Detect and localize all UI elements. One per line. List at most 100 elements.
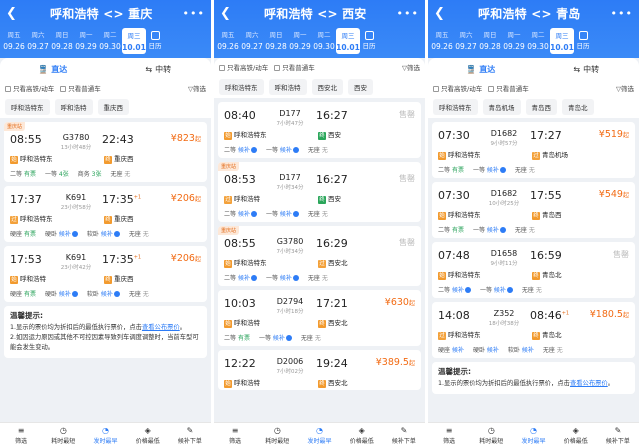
back-icon[interactable]: ❮ bbox=[434, 6, 448, 21]
date-item[interactable]: 周六 09.27 bbox=[454, 29, 478, 53]
calendar-button[interactable]: 日历 bbox=[574, 31, 592, 51]
date-item-selected[interactable]: 周三 10.01 bbox=[122, 28, 146, 54]
station-chip[interactable]: 呼和浩特 bbox=[54, 99, 93, 115]
date-strip: 周五 09.26 周六 09.27 周日 09.28 周一 09.29 周二 09.30 … bbox=[428, 26, 639, 56]
bottom-waitlist-button[interactable]: ✎ 候补下单 bbox=[169, 423, 211, 446]
train-card[interactable]: 17:53 K691 23小时42分 17:35+1 ¥206起 始呼和浩特 终重… bbox=[4, 246, 207, 302]
seat-row: 二等 有票 一等 候补 无座 无 bbox=[224, 335, 321, 342]
arrive-time: 17:27 bbox=[530, 129, 562, 142]
depart-time: 07:30 bbox=[438, 129, 470, 142]
station-chip[interactable]: 呼和浩特东 bbox=[5, 99, 50, 115]
arrive-time: 19:24 bbox=[316, 357, 348, 370]
filter-normal[interactable]: 只看普通车 bbox=[60, 83, 101, 93]
date-item[interactable]: 周二 09.30 bbox=[98, 29, 122, 53]
station-chip[interactable]: 青岛北 bbox=[562, 99, 594, 115]
waitlist-icon bbox=[250, 211, 257, 217]
back-icon[interactable]: ❮ bbox=[6, 6, 20, 21]
date-item[interactable]: 周五 09.26 bbox=[430, 29, 454, 53]
clock-icon: ◷ bbox=[273, 426, 281, 435]
date-item[interactable]: 周五 09.26 bbox=[216, 29, 240, 53]
date-item[interactable]: 周日 09.28 bbox=[264, 29, 288, 53]
bottom-shortest-button[interactable]: ◷ 耗时最短 bbox=[256, 423, 298, 446]
train-number: D177 bbox=[279, 173, 301, 182]
station-chip[interactable]: 青岛西 bbox=[525, 99, 557, 115]
train-card[interactable]: 重庆站 08:55 G3780 7小时34分 16:29 售罄 始呼和浩特东 过西… bbox=[218, 226, 421, 286]
back-icon[interactable]: ❮ bbox=[220, 6, 234, 21]
train-card[interactable]: 17:37 K691 23小时58分 17:35+1 ¥206起 过呼和浩特东 终… bbox=[4, 186, 207, 242]
bottom-filter-button[interactable]: ≡ 筛选 bbox=[214, 423, 256, 446]
duration: 13小时48分 bbox=[60, 145, 92, 151]
date-item[interactable]: 周五 09.26 bbox=[2, 29, 26, 53]
date-item[interactable]: 周日 09.28 bbox=[478, 29, 502, 53]
arrive-time: 16:27 bbox=[316, 109, 348, 122]
duration: 18小时38分 bbox=[488, 321, 520, 327]
bottom-filter-button[interactable]: ≡ 筛选 bbox=[0, 423, 42, 446]
date-item[interactable]: 周二 09.30 bbox=[526, 29, 550, 53]
date-item[interactable]: 周二 09.30 bbox=[312, 29, 336, 53]
bottom-shortest-button[interactable]: ◷ 耗时最短 bbox=[42, 423, 84, 446]
filter-button[interactable]: ▽筛选 bbox=[402, 62, 420, 72]
filter-normal[interactable]: 只看普通车 bbox=[488, 83, 529, 93]
station-chip[interactable]: 呼和浩特 bbox=[268, 79, 307, 95]
more-icon[interactable]: ••• bbox=[611, 7, 633, 20]
bottom-cheapest-button[interactable]: ◈ 价格最低 bbox=[341, 423, 383, 446]
filter-highspeed[interactable]: 只看高铁/动车 bbox=[5, 83, 54, 93]
to-station: 终重庆西 bbox=[104, 215, 134, 224]
train-card[interactable]: 07:48 D1658 9小时11分 16:59 售罄 始呼和浩特东 终青岛北 二… bbox=[432, 242, 635, 298]
date-strip: 周五 09.26 周六 09.27 周日 09.28 周一 09.29 周二 09.30 … bbox=[0, 26, 211, 56]
train-card[interactable]: 12:22 D2006 7小时02分 19:24 ¥389.5起 始呼和浩特 终西… bbox=[218, 350, 421, 390]
station-chip[interactable]: 西安 bbox=[348, 79, 373, 95]
bottom-cheapest-button[interactable]: ◈ 价格最低 bbox=[127, 423, 169, 446]
tab-direct[interactable]: 🚆 直达 bbox=[428, 58, 534, 80]
bottom-waitlist-button[interactable]: ✎ 候补下单 bbox=[383, 423, 425, 446]
seat-row: 二等 候补 一等 候补 无座 无 bbox=[438, 287, 542, 294]
bottom-cheapest-button[interactable]: ◈ 价格最低 bbox=[555, 423, 597, 446]
filter-normal[interactable]: 只看普通车 bbox=[274, 62, 315, 72]
train-card[interactable]: 08:40 D177 7小时47分 16:27 售罄 始呼和浩特东 终西安 二等 … bbox=[218, 102, 421, 158]
train-card[interactable]: 07:30 D1682 9小时57分 17:27 ¥519起 始呼和浩特东 过青岛… bbox=[432, 122, 635, 178]
to-station: 终西安 bbox=[318, 195, 341, 204]
more-icon[interactable]: ••• bbox=[397, 7, 419, 20]
edit-icon: ✎ bbox=[186, 426, 194, 435]
date-item[interactable]: 周一 09.29 bbox=[502, 29, 526, 53]
date-item[interactable]: 周日 09.28 bbox=[50, 29, 74, 53]
date-item[interactable]: 周一 09.29 bbox=[288, 29, 312, 53]
bottom-earliest-button[interactable]: ◔ 发时最早 bbox=[298, 423, 340, 446]
train-card[interactable]: 重庆站 08:53 D177 7小时34分 16:27 售罄 过呼和浩特 终西安 … bbox=[218, 162, 421, 222]
tab-transfer[interactable]: ⇆ 中转 bbox=[534, 58, 640, 80]
filter-button[interactable]: ▽筛选 bbox=[616, 83, 634, 93]
train-card[interactable]: 14:08 Z352 18小时38分 08:46+1 ¥180.5起 过呼和浩特东… bbox=[432, 302, 635, 358]
bottom-earliest-button[interactable]: ◔ 发时最早 bbox=[512, 423, 554, 446]
header: ❮ 呼和浩特 <> 重庆 ••• 周五 09.26 周六 09.27 周日 09.28… bbox=[0, 0, 211, 58]
more-icon[interactable]: ••• bbox=[183, 7, 205, 20]
station-chip[interactable]: 青岛机场 bbox=[482, 99, 521, 115]
bottom-shortest-button[interactable]: ◷ 耗时最短 bbox=[470, 423, 512, 446]
station-chip[interactable]: 重庆西 bbox=[97, 99, 129, 115]
calendar-button[interactable]: 日历 bbox=[360, 31, 378, 51]
bottom-waitlist-button[interactable]: ✎ 候补下单 bbox=[597, 423, 639, 446]
date-item-selected[interactable]: 周三 10.01 bbox=[550, 28, 574, 54]
filter-highspeed[interactable]: 只看高铁/动车 bbox=[433, 83, 482, 93]
seat-row: 二等 候补 一等 候补 无座 无 bbox=[224, 211, 328, 218]
date-item[interactable]: 周一 09.29 bbox=[74, 29, 98, 53]
fare-link[interactable]: 查看公布票价 bbox=[142, 324, 180, 331]
filter-highspeed[interactable]: 只看高铁/动车 bbox=[219, 62, 268, 72]
train-card[interactable]: 10:03 D2794 7小时18分 17:21 ¥630起 始呼和浩特 终西安北… bbox=[218, 290, 421, 346]
duration: 9小时11分 bbox=[490, 261, 518, 267]
train-card[interactable]: 07:30 D1682 10小时25分 17:55 ¥549起 始呼和浩特东 终青… bbox=[432, 182, 635, 238]
date-item[interactable]: 周六 09.27 bbox=[240, 29, 264, 53]
train-card[interactable]: 重庆站 08:55 G3780 13小时48分 22:43 ¥823起 始呼和浩特… bbox=[4, 122, 207, 182]
bottom-filter-button[interactable]: ≡ 筛选 bbox=[428, 423, 470, 446]
filter-button[interactable]: ▽筛选 bbox=[188, 83, 206, 93]
phone-xian: ❮ 呼和浩特 <> 西安 ••• 周五 09.26 周六 09.27 周日 09.28… bbox=[214, 0, 425, 446]
date-item[interactable]: 周六 09.27 bbox=[26, 29, 50, 53]
bottom-earliest-button[interactable]: ◔ 发时最早 bbox=[84, 423, 126, 446]
date-item-selected[interactable]: 周三 10.01 bbox=[336, 28, 360, 54]
station-chip[interactable]: 西安北 bbox=[311, 79, 343, 95]
tab-transfer[interactable]: ⇆ 中转 bbox=[106, 58, 212, 80]
tab-direct[interactable]: 🚆 直达 bbox=[0, 58, 106, 80]
station-chip[interactable]: 呼和浩特东 bbox=[433, 99, 478, 115]
station-chip[interactable]: 呼和浩特东 bbox=[219, 79, 264, 95]
fare-link[interactable]: 查看公布票价 bbox=[570, 380, 608, 387]
calendar-button[interactable]: 日历 bbox=[146, 31, 164, 51]
